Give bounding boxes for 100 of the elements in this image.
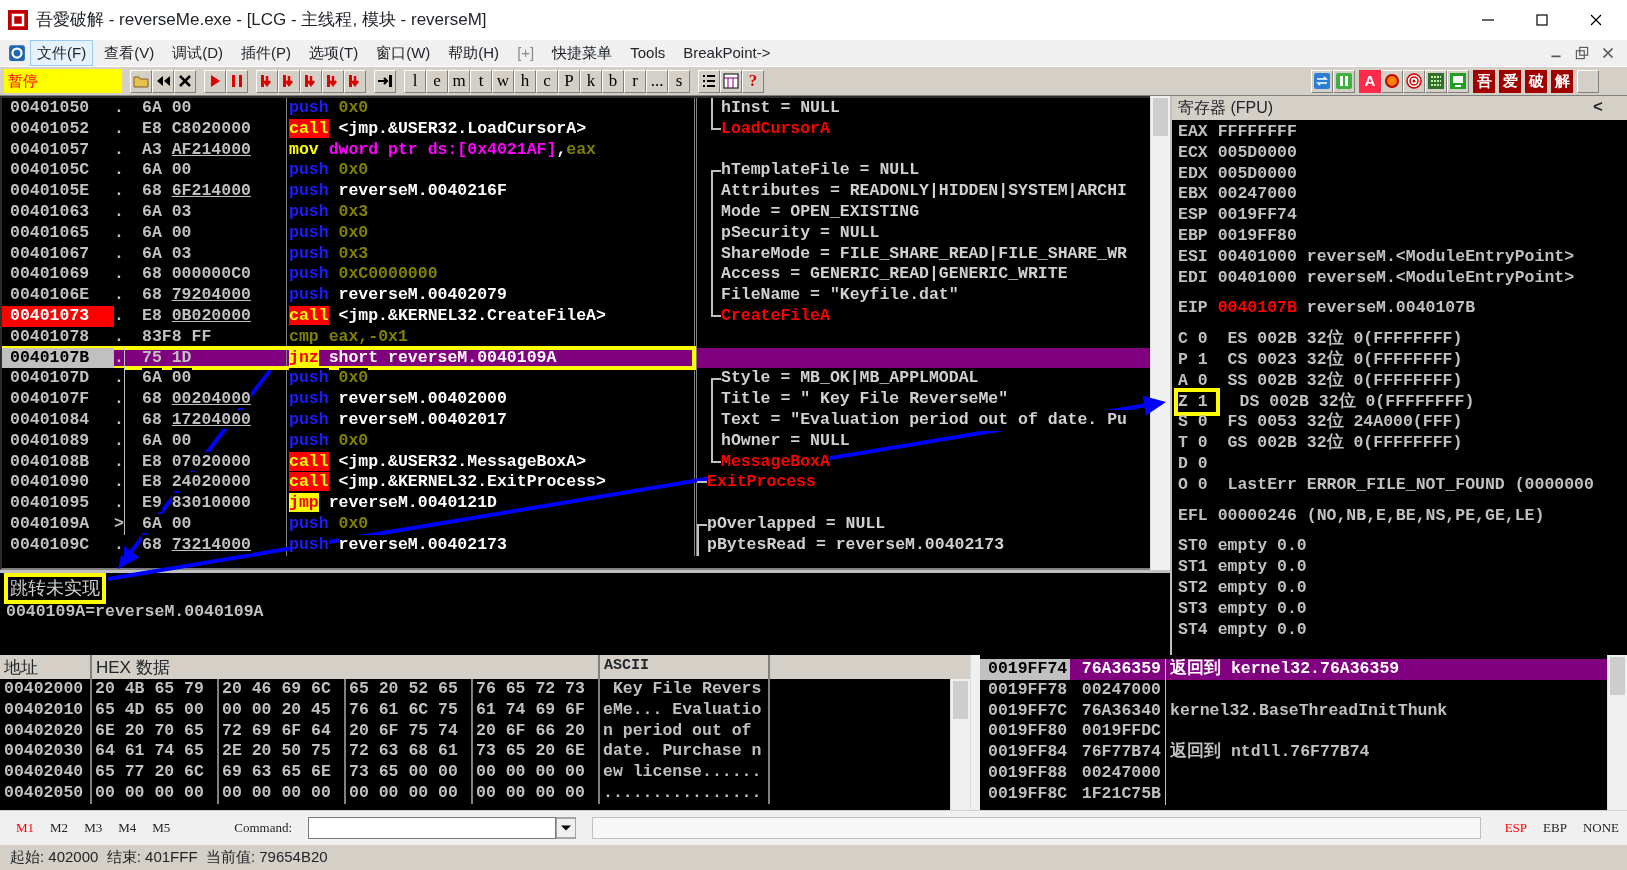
memory-tab[interactable]: M3 <box>76 818 111 838</box>
text-field[interactable] <box>592 817 1481 839</box>
menu-item[interactable]: 插件(P) <box>234 39 298 67</box>
status-label: 暂停 <box>4 69 122 93</box>
stack-mode-tab[interactable]: EBP <box>1535 818 1575 838</box>
register-name: ESI <box>1178 246 1208 266</box>
register-value: FFFFFFFF <box>1217 122 1297 141</box>
mnemonic-text: push <box>289 160 329 180</box>
arrow-bar-icon[interactable] <box>374 69 396 93</box>
mnemonic-text: push <box>289 264 329 284</box>
register-name: ST2 <box>1178 577 1208 597</box>
memory-tab[interactable]: M5 <box>144 818 179 838</box>
flag-value: T 0 <box>1178 433 1208 454</box>
blank-button[interactable] <box>1577 69 1599 93</box>
register-name: EIP <box>1178 298 1208 318</box>
hex-bytes: 00 00 00 00 <box>473 783 600 804</box>
ascii-text: ew license...... <box>600 762 770 783</box>
toolbar-button[interactable]: r <box>624 69 646 93</box>
toolbar-button[interactable]: w <box>492 69 514 93</box>
plugin-button[interactable]: 解 <box>1551 69 1573 93</box>
register-note: 0.0 <box>1277 536 1307 556</box>
ascii-text: eMe... Evaluatio <box>600 699 770 721</box>
ascii-text: n period out of <box>600 720 770 742</box>
memory-tab[interactable]: M2 <box>42 818 77 838</box>
toolbar-button[interactable]: k <box>580 69 602 93</box>
register-note: 0.0 <box>1277 598 1307 618</box>
menu-item[interactable]: 文件(F) <box>30 39 94 67</box>
operand-bytes: 24020000 <box>171 472 251 492</box>
mnemonic-text: jnz <box>289 347 319 367</box>
command-field[interactable] <box>308 817 557 839</box>
register-value: empty <box>1217 577 1268 597</box>
operand-text: reverseM.0040121D <box>328 493 497 513</box>
collapse-button[interactable]: < <box>1593 97 1603 119</box>
address-cell-text: 0019FF84 <box>987 742 1069 763</box>
menu-item[interactable]: 帮助(H) <box>441 39 507 67</box>
close-icon[interactable] <box>174 69 196 93</box>
menu-item[interactable]: 查看(V) <box>97 39 162 67</box>
refresh-icon[interactable] <box>1311 69 1333 93</box>
segment-text: ES 002B 32位 0(FFFFFFFF) <box>1227 329 1463 349</box>
operand-bytes: 17204000 <box>171 409 251 429</box>
binary-icon[interactable] <box>1425 69 1447 93</box>
menu-item[interactable]: BreakPoint-> <box>676 39 778 67</box>
ascii-text: date. Purchase n <box>600 741 770 763</box>
scrollbar[interactable] <box>950 679 970 810</box>
plugin-button[interactable]: 破 <box>1525 69 1547 93</box>
target-icon[interactable] <box>1403 69 1425 93</box>
value-cell: 1F21C75B <box>1070 783 1166 805</box>
menu-item[interactable]: Tools <box>623 39 673 67</box>
toolbar-button[interactable]: P <box>558 69 580 93</box>
grid-icon[interactable] <box>720 69 742 93</box>
address-cell: 00402010 <box>0 699 92 721</box>
plugin-button[interactable]: 吾 <box>1473 69 1495 93</box>
toolbar-button[interactable]: c <box>536 69 558 93</box>
menu-item[interactable]: 快捷菜单 <box>545 39 620 67</box>
segment-text: SS 002B 32位 0(FFFFFFFF) <box>1227 370 1463 390</box>
toolbar-button[interactable]: e <box>426 69 448 93</box>
toolbar-button[interactable]: s <box>668 69 690 93</box>
app-icon[interactable] <box>8 44 26 62</box>
list-icon[interactable] <box>698 69 720 93</box>
stack-mode-tab[interactable]: ESP <box>1496 818 1536 838</box>
register-name: ESP <box>1178 205 1208 225</box>
address-cell: 00402030 <box>0 741 92 763</box>
scrollbar[interactable] <box>1607 655 1627 810</box>
monitor-icon[interactable] <box>1447 69 1469 93</box>
register-value: empty <box>1217 536 1268 556</box>
stack-mode-tab[interactable]: NONE <box>1574 818 1627 838</box>
register-note: 0.0 <box>1277 577 1307 597</box>
comment-text: Text = "Evaluation period out of date. Pu <box>721 409 1127 431</box>
register-note: 0.0 <box>1277 557 1307 577</box>
pause-icon[interactable] <box>226 69 248 93</box>
menu-item[interactable]: 选项(T) <box>302 39 366 67</box>
play-icon[interactable] <box>204 69 226 93</box>
dropdown-icon[interactable] <box>556 817 577 839</box>
memory-tab[interactable]: M1 <box>8 818 43 838</box>
jump-mark: . <box>114 347 124 369</box>
address-cell: 0019FF74 <box>980 659 1070 680</box>
toolbar-button[interactable]: b <box>602 69 624 93</box>
register-name: ST4 <box>1178 619 1208 639</box>
toolbar-button[interactable]: m <box>448 69 470 93</box>
toolbar-button[interactable]: ... <box>646 69 668 93</box>
plugin-button[interactable]: A <box>1359 69 1381 93</box>
address-cell: 00402040 <box>0 762 92 783</box>
value-cell: 76A36359 <box>1070 659 1166 680</box>
folder-icon[interactable] <box>130 69 152 93</box>
scrollbar[interactable] <box>1150 96 1170 570</box>
operand-text: short reverseM.0040109A <box>328 347 557 367</box>
pause-icon[interactable] <box>1333 69 1355 93</box>
hex-bytes: 69 63 65 6E <box>219 762 346 783</box>
flag-value: C 0 <box>1178 329 1208 350</box>
toolbar-button[interactable]: h <box>514 69 536 93</box>
menu-item[interactable]: 调试(D) <box>165 39 230 67</box>
rewind-icon[interactable] <box>152 69 174 93</box>
menu-item[interactable]: 窗口(W) <box>369 39 438 67</box>
toolbar-button[interactable]: l <box>404 69 426 93</box>
flag-value: D 0 <box>1178 453 1208 475</box>
plugin-button[interactable]: 爱 <box>1499 69 1521 93</box>
register-value: 00247000 <box>1217 184 1297 204</box>
memory-tab[interactable]: M4 <box>110 818 145 838</box>
toolbar-button[interactable]: t <box>470 69 492 93</box>
address-cell-text: 0019FF8C <box>987 783 1069 805</box>
